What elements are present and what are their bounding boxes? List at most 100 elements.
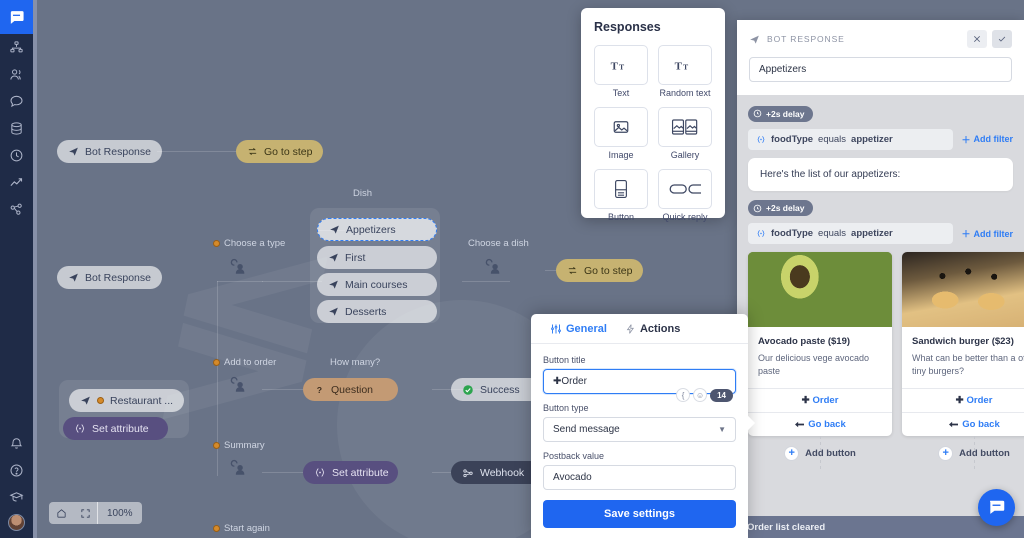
plus-icon: ＋ — [961, 229, 971, 239]
sidebar-item-analytics[interactable] — [0, 169, 33, 196]
confirm-button[interactable] — [992, 30, 1012, 48]
add-filter-label: Add filter — [973, 228, 1014, 239]
gallery-card-order-button[interactable]: ✚ Order — [748, 388, 892, 412]
node-label: Set attribute — [92, 422, 149, 435]
filter-value: appetizer — [851, 133, 893, 145]
canvas-label-text: Add to order — [224, 357, 277, 368]
save-settings-button[interactable]: Save settings — [543, 500, 736, 528]
quick-reply-icon — [669, 184, 701, 194]
status-dot-icon — [97, 397, 104, 404]
response-type-label: Gallery — [670, 150, 700, 160]
gallery-card[interactable]: Sandwich burger ($23) What can be better… — [902, 252, 1024, 437]
node-restaurant[interactable]: Restaurant ... — [69, 389, 185, 412]
attribute-icon — [757, 135, 765, 143]
add-button-row: + Add button + Add button — [748, 436, 1024, 471]
filter-condition[interactable]: foodType equals appetizer — [748, 223, 954, 244]
status-dot-icon — [213, 359, 220, 366]
sidebar-item-logo[interactable] — [0, 0, 33, 34]
sidebar-item-history[interactable] — [0, 142, 33, 169]
gallery-card[interactable]: Avocado paste ($19) Our delicious vege a… — [748, 252, 892, 437]
settings-tabs: General Actions — [531, 314, 748, 344]
response-type-gallery[interactable]: Gallery — [658, 107, 712, 160]
add-button-1[interactable]: + Add button — [748, 436, 892, 471]
node-label: Question — [331, 383, 374, 396]
response-type-text[interactable]: TT Text — [594, 45, 648, 98]
postback-value-input[interactable]: Avocado — [543, 465, 736, 490]
attribute-icon[interactable]: { — [676, 388, 691, 402]
response-type-image[interactable]: Image — [594, 107, 648, 160]
button-title-field-wrap: Button title ✚Order { ☺ 14 — [543, 355, 736, 402]
tab-actions[interactable]: Actions — [616, 314, 689, 343]
node-go-to-step[interactable]: Go to step — [236, 140, 324, 163]
response-type-button[interactable]: Button — [594, 169, 648, 222]
chat-widget-button[interactable] — [978, 489, 1015, 526]
settings-body: Button title ✚Order { ☺ 14 Button type S… — [531, 344, 748, 491]
sidebar-item-profile[interactable] — [0, 511, 33, 538]
postback-value-label: Postback value — [543, 451, 605, 461]
node-bot-response-2[interactable]: Bot Response — [57, 266, 162, 289]
send-icon — [330, 225, 339, 234]
sidebar-edge — [33, 0, 37, 538]
sidebar-item-users[interactable] — [0, 61, 33, 88]
gallery-card-description: What can be better than a of tiny burger… — [912, 353, 1024, 377]
response-type-label: Image — [608, 150, 634, 160]
svg-text:?: ? — [317, 385, 322, 395]
bot-response-title-row: BOT RESPONSE — [749, 30, 1012, 48]
gallery-card-order-button[interactable]: ✚ Order — [902, 388, 1024, 412]
node-desserts[interactable]: Desserts — [317, 300, 437, 323]
canvas-label-text: How many? — [330, 357, 381, 368]
sidebar-item-integrations[interactable] — [0, 196, 33, 223]
node-first[interactable]: First — [317, 246, 437, 269]
node-appetizers[interactable]: Appetizers — [317, 218, 437, 241]
message-bubble[interactable]: Here's the list of our appetizers: — [748, 157, 1013, 191]
fit-screen-button[interactable] — [73, 502, 97, 524]
sandwich-burger-photo — [902, 252, 1024, 327]
sidebar-item-flows[interactable] — [0, 34, 33, 61]
add-filter-link[interactable]: ＋ Add filter — [961, 133, 1013, 146]
left-sidebar — [0, 0, 33, 538]
node-main-courses[interactable]: Main courses — [317, 273, 437, 296]
zoom-level-value[interactable]: 100% — [97, 502, 142, 524]
node-question[interactable]: ? Question — [303, 378, 398, 401]
response-type-quick-reply[interactable]: Quick reply — [658, 169, 712, 222]
filter-condition[interactable]: foodType equals appetizer — [748, 128, 954, 150]
gallery-card-button-label: Go back — [962, 419, 1000, 431]
filter-operator: equals — [818, 228, 847, 239]
back-icon — [949, 421, 959, 428]
lightning-icon — [626, 324, 634, 334]
gallery-card-goback-button[interactable]: Go back — [902, 412, 1024, 436]
quick-reply-icon-box — [658, 169, 712, 209]
sidebar-item-notifications[interactable] — [0, 430, 33, 457]
settings-footer: Save settings — [531, 491, 748, 538]
sidebar-item-help[interactable] — [0, 457, 33, 484]
response-type-random-text[interactable]: TT Random text — [658, 45, 712, 98]
node-set-attribute-2[interactable]: Set attribute — [303, 461, 398, 484]
delay-badge[interactable]: +2s delay — [748, 105, 813, 122]
tab-general[interactable]: General — [541, 314, 616, 343]
home-button[interactable] — [49, 502, 73, 524]
node-label: Restaurant ... — [110, 394, 174, 407]
sidebar-item-database[interactable] — [0, 115, 33, 142]
button-icon — [615, 179, 627, 199]
response-type-label: Text — [612, 88, 630, 98]
node-go-to-step-2[interactable]: Go to step — [556, 259, 644, 282]
zoom-control[interactable]: 100% — [49, 502, 142, 524]
add-filter-link[interactable]: ＋ Add filter — [961, 227, 1013, 240]
close-button[interactable] — [967, 30, 987, 48]
bot-response-name-input[interactable] — [749, 57, 1012, 82]
send-icon — [329, 307, 338, 316]
button-type-select[interactable]: Send message ▼ — [543, 417, 736, 442]
delay-badge-2[interactable]: +2s delay — [748, 200, 813, 216]
node-bot-response[interactable]: Bot Response — [57, 140, 162, 163]
add-button-2[interactable]: + Add button — [902, 436, 1024, 471]
sidebar-bottom-group — [0, 430, 33, 538]
response-type-label: Quick reply — [662, 212, 708, 222]
users-icon — [10, 69, 21, 80]
bot-response-title: BOT RESPONSE — [767, 34, 845, 44]
node-set-attribute[interactable]: Set attribute — [63, 417, 168, 440]
chat-bubble-icon — [990, 500, 1005, 514]
gallery-card-goback-button[interactable]: Go back — [748, 412, 892, 436]
sidebar-item-chats[interactable] — [0, 88, 33, 115]
emoji-icon[interactable]: ☺ — [693, 388, 708, 402]
sidebar-item-academy[interactable] — [0, 484, 33, 511]
